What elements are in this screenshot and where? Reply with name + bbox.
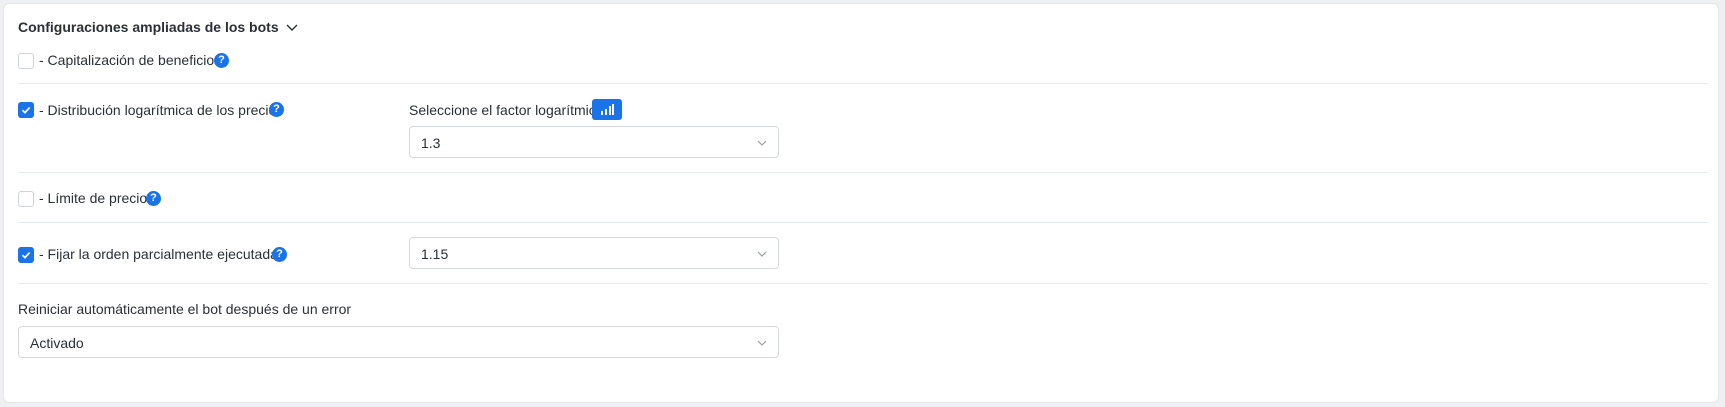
profit-capitalization-checkbox[interactable] <box>18 53 34 69</box>
auto-restart-value: Activado <box>30 335 84 351</box>
log-factor-select[interactable]: 1.3 <box>409 126 779 158</box>
log-factor-chart-button[interactable] <box>592 99 622 120</box>
divider <box>18 283 1708 284</box>
log-distribution-label: - Distribución logarítmica de los precio… <box>39 102 284 118</box>
divider <box>18 222 1708 223</box>
fix-partial-orders-checkbox[interactable] <box>18 247 34 263</box>
checkmark-icon <box>21 252 31 259</box>
fix-partial-orders-help-icon[interactable]: ? <box>272 247 287 262</box>
partial-orders-select[interactable]: 1.15 <box>409 237 779 269</box>
chevron-down-icon <box>757 140 767 146</box>
profit-capitalization-help-icon[interactable]: ? <box>214 53 229 68</box>
log-distribution-help-icon[interactable]: ? <box>269 102 284 117</box>
divider <box>18 83 1708 84</box>
price-limit-label: - Límite de precio <box>39 190 148 206</box>
partial-orders-value: 1.15 <box>421 246 449 262</box>
section-header-toggle[interactable]: Configuraciones ampliadas de los bots <box>18 19 299 35</box>
fix-partial-orders-label: - Fijar la orden parcialmente ejecutadas <box>39 246 285 262</box>
section-title: Configuraciones ampliadas de los bots <box>18 19 279 35</box>
log-factor-label: Seleccione el factor logarítmico <box>409 102 604 118</box>
extended-settings-panel: Configuraciones ampliadas de los bots - … <box>3 3 1719 403</box>
divider <box>18 172 1708 173</box>
profit-capitalization-label: - Capitalización de beneficios <box>39 52 222 68</box>
log-factor-value: 1.3 <box>421 135 441 151</box>
price-limit-checkbox[interactable] <box>18 191 34 207</box>
chevron-down-icon <box>286 24 298 31</box>
price-limit-help-icon[interactable]: ? <box>146 191 161 206</box>
bar-chart-icon <box>601 104 614 115</box>
log-distribution-checkbox[interactable] <box>18 102 34 118</box>
checkmark-icon <box>21 107 31 114</box>
auto-restart-select[interactable]: Activado <box>18 326 779 358</box>
auto-restart-label: Reiniciar automáticamente el bot después… <box>18 301 352 317</box>
chevron-down-icon <box>757 340 767 346</box>
chevron-down-icon <box>757 251 767 257</box>
